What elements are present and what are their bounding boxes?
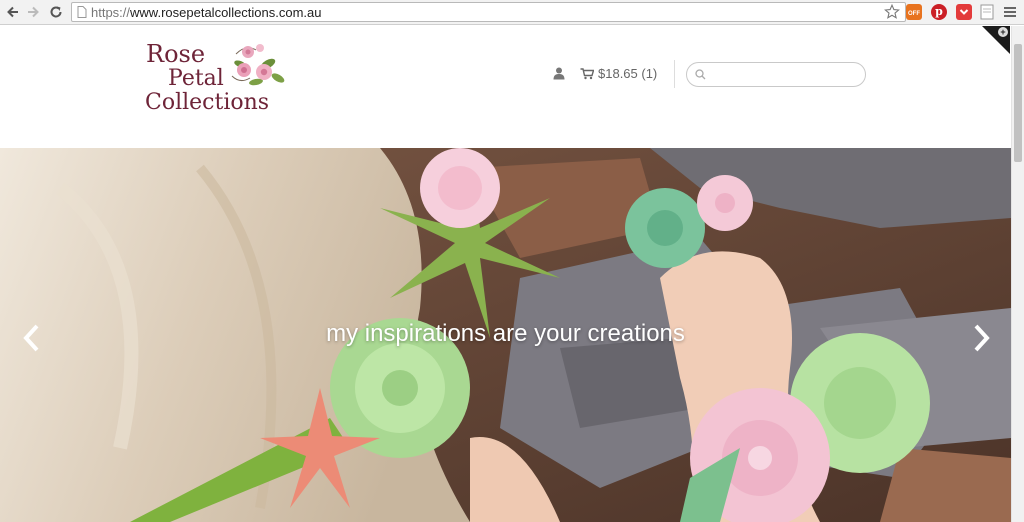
- pocket-icon[interactable]: [956, 4, 972, 20]
- scrollbar-thumb[interactable]: [1014, 44, 1022, 162]
- search-input[interactable]: [711, 66, 863, 85]
- star-icon[interactable]: [884, 4, 900, 20]
- header-divider: [674, 60, 675, 88]
- menu-icon[interactable]: [1003, 5, 1017, 19]
- logo-line-petal: Petal: [168, 66, 224, 91]
- forward-button[interactable]: [24, 3, 42, 21]
- extension-badge: OFF: [908, 11, 920, 17]
- sale-off-extension-icon[interactable]: OFF: [906, 4, 922, 20]
- reload-button[interactable]: [47, 3, 65, 21]
- rose-logo-icon: [231, 44, 285, 86]
- page-icon: [77, 6, 87, 18]
- reload-icon: [50, 6, 62, 18]
- url-text: https://www.rosepetalcollections.com.au: [91, 5, 322, 20]
- logo-line-rose: Rose: [146, 40, 206, 68]
- cart-icon[interactable]: [580, 68, 594, 80]
- address-bar[interactable]: https://www.rosepetalcollections.com.au: [71, 2, 906, 22]
- forward-arrow-icon: [28, 6, 39, 18]
- slider-prev-arrow-icon[interactable]: [21, 323, 41, 353]
- cart-summary-link[interactable]: $18.65 (1): [598, 66, 657, 81]
- back-button[interactable]: [4, 3, 22, 21]
- slide-caption: my inspirations are your creations: [326, 320, 685, 347]
- document-icon[interactable]: [980, 4, 994, 20]
- plus-icon[interactable]: +: [998, 27, 1008, 37]
- back-arrow-icon: [7, 6, 18, 18]
- logo-line-collections: Collections: [145, 90, 270, 115]
- slider-next-arrow-icon[interactable]: [972, 323, 992, 353]
- search-box[interactable]: [686, 62, 866, 87]
- pinterest-icon[interactable]: p: [931, 4, 947, 20]
- account-icon[interactable]: [553, 67, 565, 80]
- url-scheme: https://: [91, 5, 131, 20]
- search-icon: [695, 69, 706, 80]
- hero-slider: my inspirations are your creations: [0, 148, 1011, 522]
- page-scrollbar[interactable]: [1011, 26, 1024, 522]
- browser-toolbar: https://www.rosepetalcollections.com.au …: [0, 0, 1024, 25]
- url-host: www.rosepetalcollections.com.au: [130, 5, 322, 20]
